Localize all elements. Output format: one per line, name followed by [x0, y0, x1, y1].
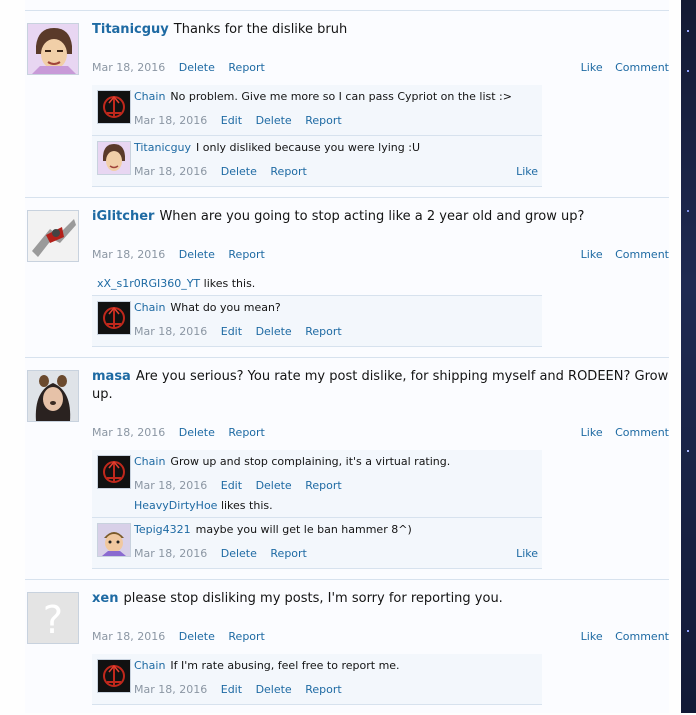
delete-link[interactable]: Delete — [179, 426, 215, 439]
delete-link[interactable]: Delete — [179, 248, 215, 261]
profile-posts-list: Titanicguy Thanks for the dislike bruh Ma… — [25, 0, 669, 713]
post-text: Are you serious? You rate my post dislik… — [92, 369, 669, 402]
comment-list: Chain Grow up and stop complaining, it's … — [92, 450, 542, 569]
comment-list: xX_s1r0RGI360_YT likes this. Chain What d… — [92, 272, 542, 347]
comment-date: Mar 18, 2016 — [134, 683, 208, 696]
report-link[interactable]: Report — [228, 248, 264, 261]
delete-link[interactable]: Delete — [179, 61, 215, 74]
delete-link[interactable]: Delete — [221, 165, 257, 178]
comment-link[interactable]: Comment — [615, 426, 669, 439]
delete-link[interactable]: Delete — [179, 630, 215, 643]
post-message: Titanicguy Thanks for the dislike bruh — [92, 21, 669, 39]
post-username[interactable]: Titanicguy — [92, 22, 169, 37]
report-link[interactable]: Report — [270, 547, 306, 560]
like-link[interactable]: Like — [581, 248, 603, 261]
comment-text: I only disliked because you were lying :… — [196, 141, 420, 154]
report-link[interactable]: Report — [228, 630, 264, 643]
profile-post: masa Are you serious? You rate my post di… — [25, 357, 669, 579]
comment: Tepig4321 maybe you will get le ban hamme… — [92, 518, 542, 569]
report-link[interactable]: Report — [305, 325, 341, 338]
edit-link[interactable]: Edit — [221, 479, 242, 492]
comment-text: Grow up and stop complaining, it's a vir… — [170, 455, 451, 468]
comment: Chain What do you mean? Mar 18, 2016 Edit… — [92, 295, 542, 347]
like-link[interactable]: Like — [516, 164, 538, 179]
avatar[interactable] — [97, 523, 131, 557]
avatar[interactable] — [27, 210, 79, 262]
post-text: please stop disliking my posts, I'm sorr… — [123, 591, 503, 606]
report-link[interactable]: Report — [270, 165, 306, 178]
post-date: Mar 18, 2016 — [92, 426, 166, 439]
post-username[interactable]: masa — [92, 369, 131, 384]
profile-post: iGlitcher When are you going to stop acti… — [25, 197, 669, 357]
comment-link[interactable]: Comment — [615, 248, 669, 261]
post-date: Mar 18, 2016 — [92, 248, 166, 261]
like-link[interactable]: Like — [516, 546, 538, 561]
profile-post: ? xen please stop disliking my posts, I'm… — [25, 579, 669, 715]
comment-list: Chain No problem. Give me more so I can p… — [92, 85, 542, 187]
comment-username[interactable]: Chain — [134, 455, 165, 468]
comment-date: Mar 18, 2016 — [134, 547, 208, 560]
comment-text: maybe you will get le ban hammer 8^) — [195, 523, 412, 536]
report-link[interactable]: Report — [228, 61, 264, 74]
avatar[interactable] — [97, 141, 131, 175]
background-strip — [681, 0, 696, 713]
post-date: Mar 18, 2016 — [92, 61, 166, 74]
liker-link[interactable]: xX_s1r0RGI360_YT — [97, 277, 200, 290]
comment: Chain No problem. Give me more so I can p… — [92, 85, 542, 136]
comment-list: Chain If I'm rate abusing, feel free to r… — [92, 654, 542, 705]
avatar[interactable] — [97, 301, 131, 335]
avatar[interactable] — [97, 455, 131, 489]
edit-link[interactable]: Edit — [221, 683, 242, 696]
comment-username[interactable]: Chain — [134, 90, 165, 103]
post-text: When are you going to stop acting like a… — [159, 209, 585, 224]
likes-summary: HeavyDirtyHoe likes this. — [134, 498, 538, 513]
likes-text: likes this. — [217, 499, 273, 512]
delete-link[interactable]: Delete — [256, 479, 292, 492]
report-link[interactable]: Report — [305, 114, 341, 127]
delete-link[interactable]: Delete — [256, 325, 292, 338]
avatar[interactable] — [97, 90, 131, 124]
delete-link[interactable]: Delete — [256, 683, 292, 696]
avatar[interactable] — [27, 23, 79, 75]
comment-date: Mar 18, 2016 — [134, 114, 208, 127]
edit-link[interactable]: Edit — [221, 114, 242, 127]
post-text: Thanks for the dislike bruh — [173, 22, 348, 37]
edit-link[interactable]: Edit — [221, 325, 242, 338]
comment-username[interactable]: Chain — [134, 659, 165, 672]
comment-link[interactable]: Comment — [615, 630, 669, 643]
comment-text: What do you mean? — [170, 301, 281, 314]
comment-username[interactable]: Titanicguy — [134, 141, 191, 154]
svg-text:?: ? — [43, 598, 63, 642]
like-link[interactable]: Like — [581, 630, 603, 643]
comment-date: Mar 18, 2016 — [134, 325, 208, 338]
comment-text: No problem. Give me more so I can pass C… — [170, 90, 512, 103]
comment-text: If I'm rate abusing, feel free to report… — [170, 659, 400, 672]
comment-username[interactable]: Tepig4321 — [134, 523, 191, 536]
delete-link[interactable]: Delete — [221, 547, 257, 560]
report-link[interactable]: Report — [228, 426, 264, 439]
comment: Chain If I'm rate abusing, feel free to r… — [92, 654, 542, 705]
like-link[interactable]: Like — [581, 426, 603, 439]
post-meta: Mar 18, 2016 Delete Report Like Comment — [92, 60, 669, 76]
avatar[interactable] — [97, 659, 131, 693]
comment-link[interactable]: Comment — [615, 61, 669, 74]
avatar[interactable]: ? — [27, 592, 79, 644]
like-link[interactable]: Like — [581, 61, 603, 74]
comment-username[interactable]: Chain — [134, 301, 165, 314]
report-link[interactable]: Report — [305, 479, 341, 492]
profile-post: Titanicguy Thanks for the dislike bruh Ma… — [25, 10, 669, 197]
post-date: Mar 18, 2016 — [92, 630, 166, 643]
report-link[interactable]: Report — [305, 683, 341, 696]
post-username[interactable]: iGlitcher — [92, 209, 154, 224]
comment: Chain Grow up and stop complaining, it's … — [92, 450, 542, 518]
avatar[interactable] — [27, 370, 79, 422]
likes-summary: xX_s1r0RGI360_YT likes this. — [92, 272, 542, 295]
comment-date: Mar 18, 2016 — [134, 165, 208, 178]
liker-link[interactable]: HeavyDirtyHoe — [134, 499, 217, 512]
likes-text: likes this. — [200, 277, 256, 290]
comment: Titanicguy I only disliked because you we… — [92, 136, 542, 187]
comment-date: Mar 18, 2016 — [134, 479, 208, 492]
delete-link[interactable]: Delete — [256, 114, 292, 127]
post-username[interactable]: xen — [92, 591, 118, 606]
